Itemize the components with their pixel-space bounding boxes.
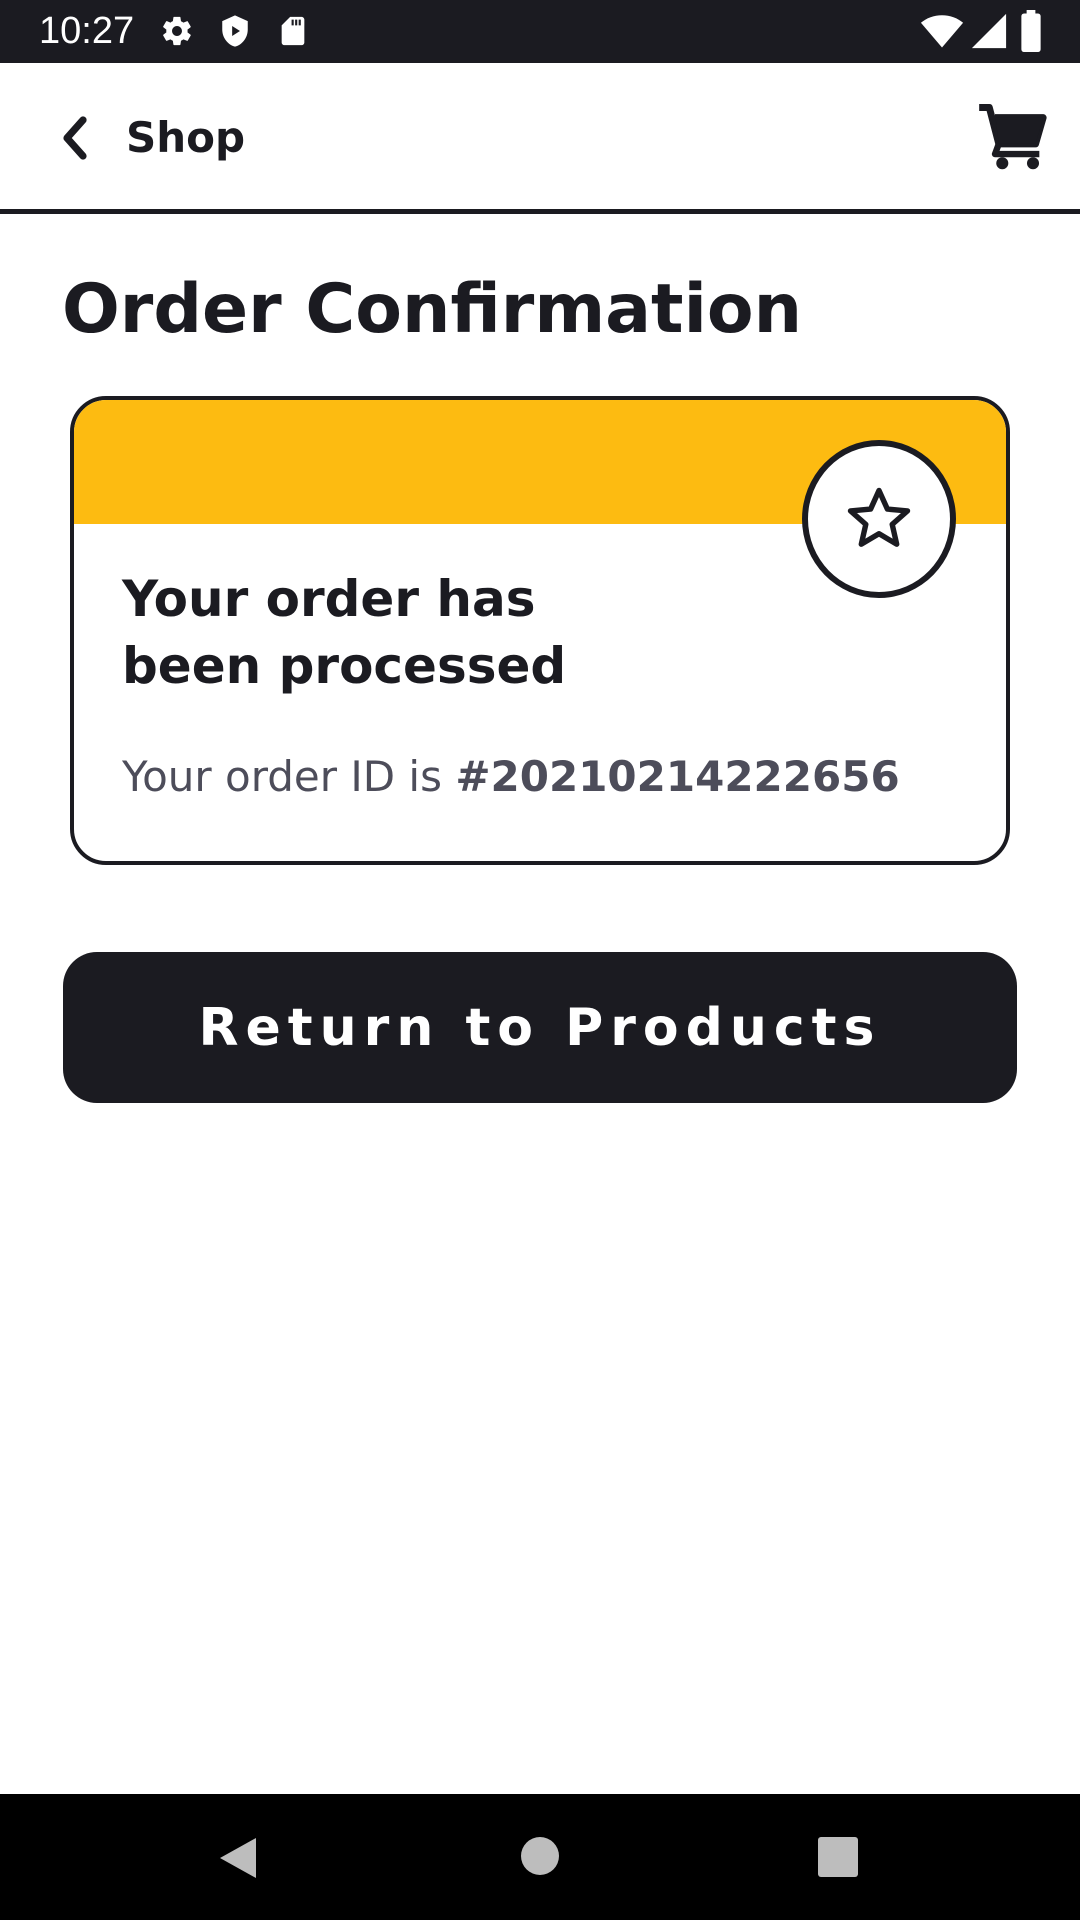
order-id-label: Your order ID is bbox=[122, 752, 456, 801]
return-to-products-button[interactable]: Return to Products bbox=[63, 952, 1017, 1103]
app-bar-title: Shop bbox=[126, 113, 246, 162]
nav-home-button[interactable] bbox=[519, 1835, 561, 1881]
chevron-left-icon bbox=[63, 116, 87, 160]
system-navigation-bar bbox=[0, 1794, 1080, 1920]
app-bar-divider bbox=[0, 209, 1080, 214]
star-outline-icon bbox=[847, 487, 911, 547]
card-heading: Your order has been processed bbox=[122, 570, 567, 695]
settings-gear-icon bbox=[160, 14, 194, 48]
sd-card-icon bbox=[276, 14, 310, 48]
shopping-cart-icon bbox=[979, 104, 1047, 170]
nav-recents-button[interactable] bbox=[817, 1836, 859, 1882]
order-confirmation-screen: 10:27 Shop Order Confirmation Your order… bbox=[0, 0, 1080, 1920]
status-time: 10:27 bbox=[39, 10, 135, 52]
battery-icon bbox=[1020, 10, 1042, 52]
page-title: Order Confirmation bbox=[62, 270, 802, 349]
nav-back-button[interactable] bbox=[216, 1834, 260, 1886]
home-circle-icon bbox=[521, 1837, 559, 1875]
back-triangle-icon bbox=[220, 1838, 256, 1878]
star-badge bbox=[802, 440, 956, 598]
signal-icon bbox=[970, 12, 1008, 50]
back-button[interactable] bbox=[40, 98, 110, 178]
recents-square-icon bbox=[818, 1837, 858, 1877]
shield-icon bbox=[218, 14, 252, 48]
cart-button[interactable] bbox=[976, 98, 1052, 174]
order-id-value: #20210214222656 bbox=[455, 752, 900, 801]
order-id-line: Your order ID is #20210214222656 bbox=[122, 750, 900, 804]
wifi-icon bbox=[920, 12, 964, 50]
status-bar: 10:27 bbox=[0, 0, 1080, 63]
